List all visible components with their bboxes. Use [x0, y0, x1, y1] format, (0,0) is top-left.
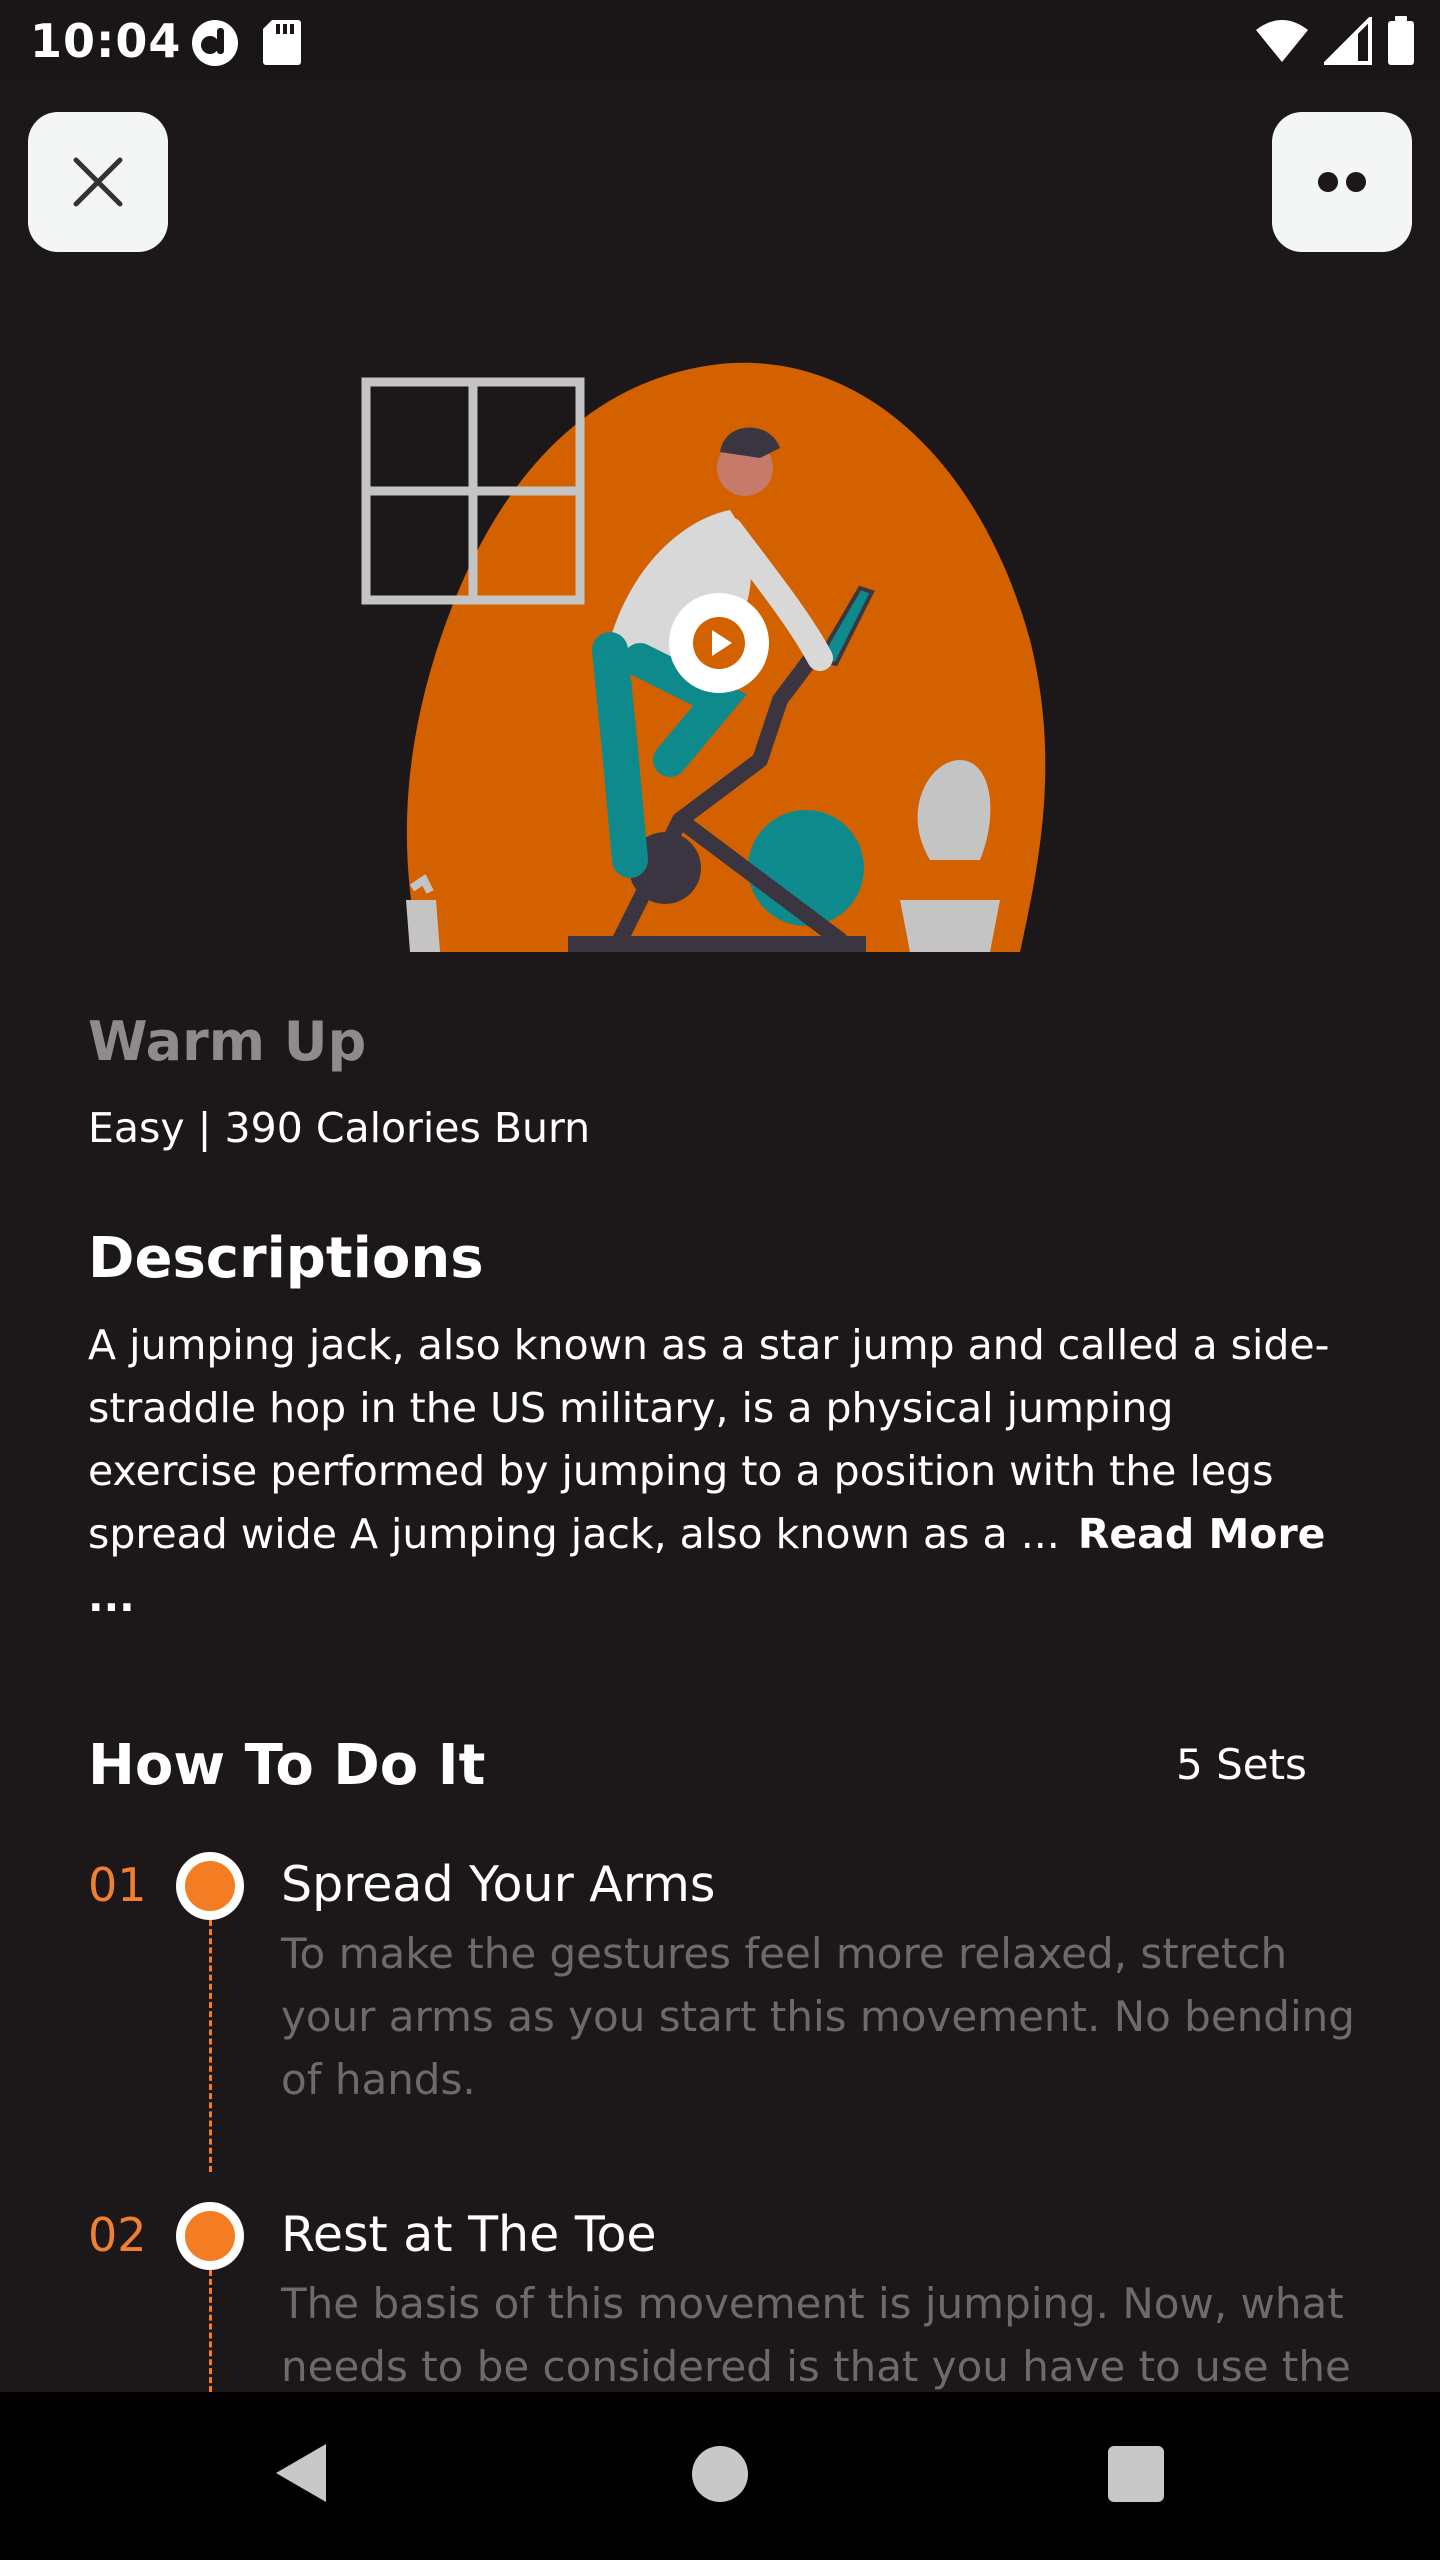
step-title: Rest at The Toe — [281, 2206, 657, 2263]
close-button[interactable] — [28, 112, 168, 252]
how-to-heading: How To Do It — [88, 1733, 486, 1798]
status-right-icons — [1254, 16, 1416, 66]
sets-count: 5 Sets — [1176, 1740, 1307, 1789]
more-options-button[interactable] — [1272, 112, 1412, 252]
step-connector — [209, 2270, 212, 2392]
step-title: Spread Your Arms — [281, 1856, 716, 1913]
step-number: 02 — [88, 2208, 147, 2262]
workout-title: Warm Up — [88, 1010, 367, 1073]
step-connector — [209, 1920, 212, 2172]
cell-signal-icon — [1324, 17, 1372, 65]
system-nav-bar — [0, 2392, 1440, 2560]
more-options-icon — [1318, 172, 1366, 192]
workout-subtitle: Easy | 390 Calories Burn — [88, 1104, 591, 1152]
app-notification-icon — [192, 20, 238, 66]
play-icon[interactable] — [666, 590, 772, 696]
home-circle-icon[interactable] — [692, 2446, 748, 2502]
descriptions-heading: Descriptions — [88, 1226, 484, 1291]
status-time: 10:04 — [30, 14, 182, 68]
battery-icon — [1388, 16, 1414, 65]
close-icon — [73, 157, 123, 207]
step-description: To make the gestures feel more relaxed, … — [281, 1929, 1355, 2104]
wifi-icon — [1256, 20, 1308, 62]
status-bar: 10:04 — [0, 0, 1440, 82]
back-triangle-icon[interactable] — [270, 2440, 330, 2506]
recents-square-icon[interactable] — [1108, 2446, 1164, 2502]
description-text: A jumping jack, also known as a star jum… — [88, 1314, 1348, 1629]
step-marker — [176, 2202, 244, 2270]
step-description: The basis of this movement is jumping. N… — [281, 2279, 1351, 2391]
step-number: 01 — [88, 1858, 147, 1912]
step-marker — [176, 1852, 244, 1920]
status-left-icons — [190, 18, 302, 68]
sd-card-icon — [263, 20, 301, 65]
